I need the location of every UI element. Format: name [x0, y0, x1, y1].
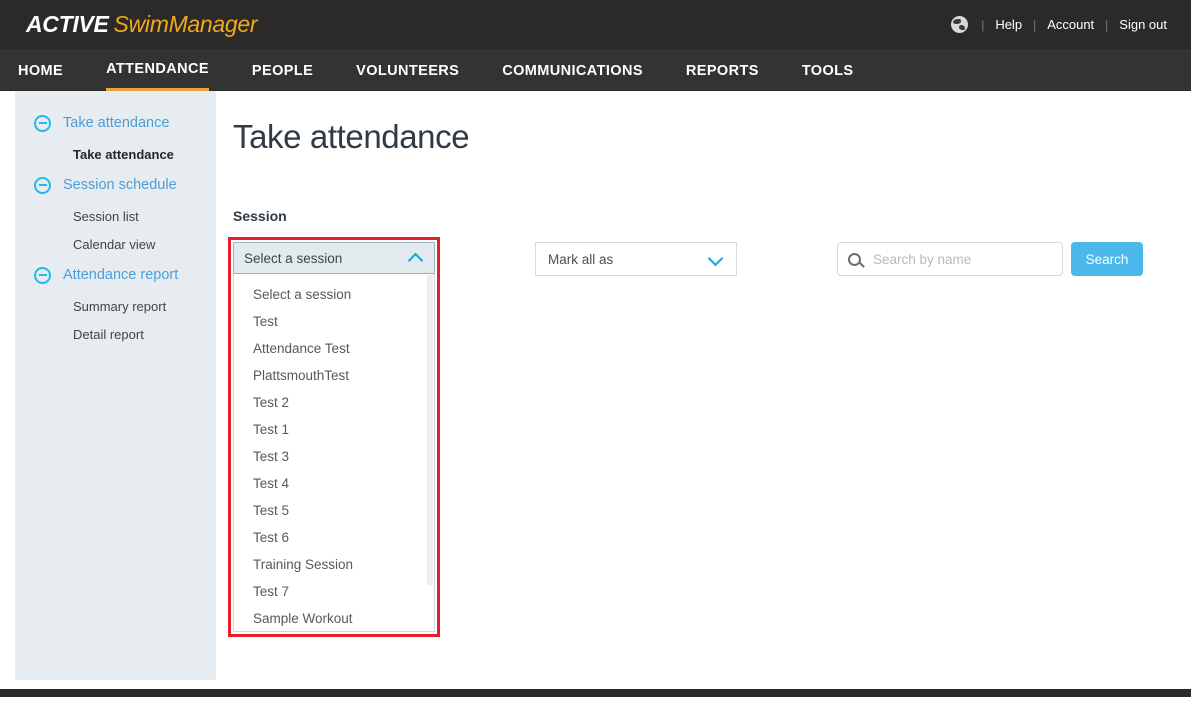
session-option[interactable]: Test 7	[234, 578, 434, 605]
nav-item-reports-label: REPORTS	[685, 62, 759, 79]
session-section-label: Session	[233, 208, 287, 224]
session-option[interactable]: Test 1	[234, 416, 434, 443]
sidebar-group-take-attendance[interactable]: Take attendance	[15, 106, 216, 140]
session-option[interactable]: Attendance Test	[234, 335, 434, 362]
mark-all-as-select[interactable]: Mark all as	[535, 242, 737, 276]
logo-active-word: ACTIVE	[26, 11, 109, 37]
search-button[interactable]: Search	[1071, 242, 1143, 276]
separator-3: |	[1105, 17, 1109, 32]
sidebar-group-attendance-report[interactable]: Attendance report	[15, 258, 216, 292]
sidebar-item-summary-report[interactable]: Summary report	[15, 292, 216, 320]
search-input[interactable]	[871, 250, 1052, 268]
sidebar-item-calendar-view[interactable]: Calendar view	[15, 230, 216, 258]
session-select-value: Select a session	[244, 250, 343, 266]
circle-minus-icon[interactable]	[34, 114, 51, 132]
session-option[interactable]: Test 4	[234, 470, 434, 497]
circle-minus-icon[interactable]	[34, 176, 51, 194]
main-navigation: HOME ATTENDANCE PEOPLE VOLUNTEERS COMMUN…	[0, 49, 1191, 91]
sidebar-item-take-attendance-label: Take attendance	[73, 146, 174, 162]
nav-item-communications[interactable]: COMMUNICATIONS	[502, 49, 643, 90]
session-option[interactable]: Test 5	[234, 497, 434, 524]
nav-item-home-label: HOME	[18, 62, 64, 79]
session-option[interactable]: Select a session	[234, 281, 434, 308]
session-option[interactable]: Training Session	[234, 551, 434, 578]
session-option[interactable]: Test 2	[234, 389, 434, 416]
chevron-up-icon[interactable]	[410, 251, 424, 265]
nav-item-reports[interactable]: REPORTS	[686, 49, 759, 90]
page-body: Take attendance Take attendance Session …	[0, 91, 1191, 697]
logo-product-word: SwimManager	[113, 11, 258, 37]
sidebar-item-session-list[interactable]: Session list	[15, 202, 216, 230]
sidebar-item-summary-report-label: Summary report	[73, 298, 167, 314]
header-utility-links: | Help | Account | Sign out	[951, 0, 1167, 49]
nav-item-attendance[interactable]: ATTENDANCE	[106, 48, 209, 91]
nav-item-communications-label: COMMUNICATIONS	[502, 62, 643, 79]
nav-item-volunteers[interactable]: VOLUNTEERS	[356, 49, 459, 90]
nav-item-tools[interactable]: TOOLS	[802, 49, 854, 90]
sidebar-item-take-attendance[interactable]: Take attendance	[15, 140, 216, 168]
session-option[interactable]: Sample Workout	[234, 605, 434, 631]
session-option[interactable]: Test 6	[234, 524, 434, 551]
globe-icon[interactable]	[951, 16, 969, 33]
sidebar-group-session-schedule-label: Session schedule	[63, 177, 177, 193]
footer-bar	[0, 689, 1191, 697]
chevron-down-icon[interactable]	[710, 252, 724, 266]
sidebar-item-calendar-view-label: Calendar view	[73, 236, 156, 252]
app-logo[interactable]: ACTIVE SwimManager	[26, 11, 258, 38]
sidebar-group-session-schedule[interactable]: Session schedule	[15, 168, 216, 202]
sidebar-group-take-attendance-label: Take attendance	[63, 115, 170, 131]
session-select-trigger[interactable]: Select a session	[233, 242, 435, 274]
nav-item-volunteers-label: VOLUNTEERS	[356, 62, 460, 79]
sidebar-item-session-list-label: Session list	[73, 208, 139, 224]
separator-2: |	[1033, 17, 1037, 32]
help-link[interactable]: Help	[995, 17, 1022, 32]
session-select-options-list[interactable]: Select a session Test Attendance Test Pl…	[233, 274, 435, 632]
sidebar-item-detail-report-label: Detail report	[73, 326, 144, 342]
separator-1: |	[981, 17, 985, 32]
nav-item-tools-label: TOOLS	[801, 62, 854, 79]
nav-item-attendance-label: ATTENDANCE	[106, 48, 209, 91]
sign-out-link[interactable]: Sign out	[1119, 17, 1167, 32]
account-link[interactable]: Account	[1047, 17, 1094, 32]
mark-all-as-value: Mark all as	[548, 251, 614, 267]
sidebar-group-attendance-report-label: Attendance report	[63, 267, 179, 283]
sidebar-item-detail-report[interactable]: Detail report	[15, 320, 216, 348]
sidebar: Take attendance Take attendance Session …	[15, 91, 216, 680]
session-option[interactable]: Test	[234, 308, 434, 335]
session-select[interactable]: Select a session Select a session Test A…	[233, 242, 435, 632]
main-content: Take attendance Session Select a session…	[228, 91, 1191, 637]
dropdown-scrollbar[interactable]	[427, 275, 433, 585]
nav-item-people-label: PEOPLE	[251, 62, 314, 79]
session-option[interactable]: Test 3	[234, 443, 434, 470]
nav-item-people[interactable]: PEOPLE	[252, 49, 313, 90]
search-box[interactable]	[837, 242, 1063, 276]
nav-item-home[interactable]: HOME	[18, 49, 63, 90]
page-title: Take attendance	[233, 118, 470, 155]
controls-row: Select a session Select a session Test A…	[228, 237, 1191, 637]
top-brand-bar: ACTIVE SwimManager | Help | Account | Si…	[0, 0, 1191, 49]
session-option[interactable]: PlattsmouthTest	[234, 362, 434, 389]
search-icon	[848, 252, 861, 266]
circle-minus-icon[interactable]	[34, 266, 51, 284]
